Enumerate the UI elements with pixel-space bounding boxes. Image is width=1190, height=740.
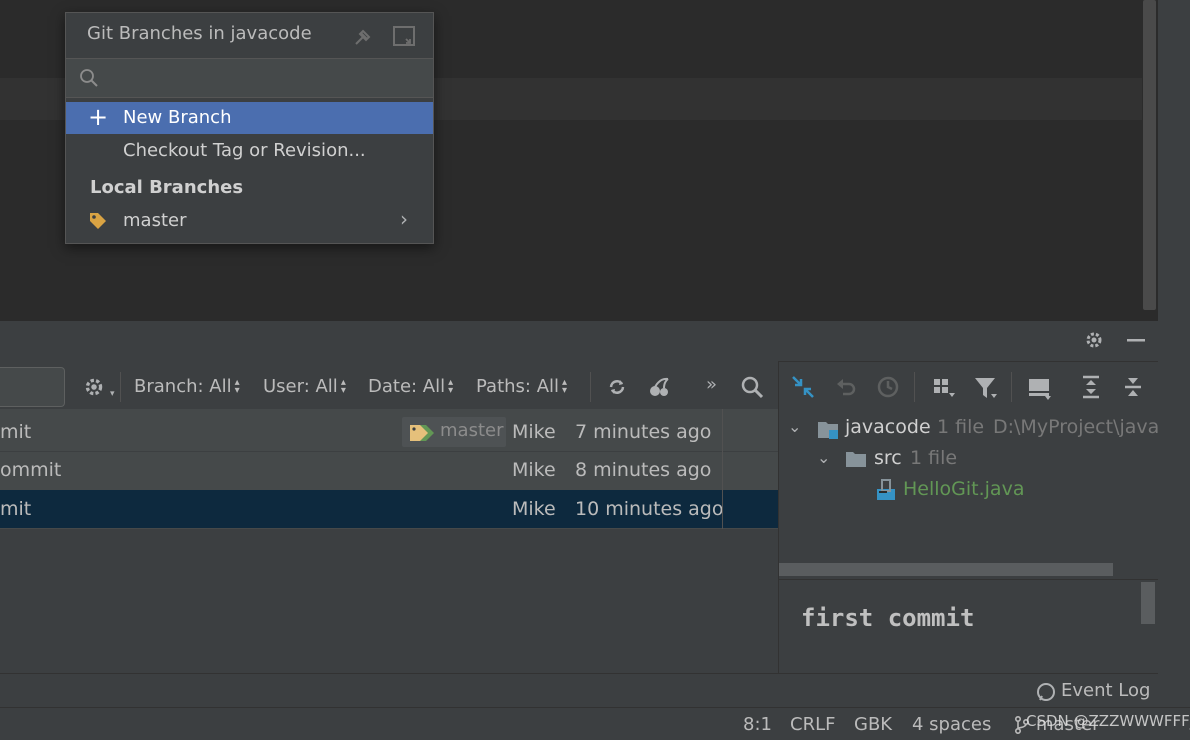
user-filter-label: User: All [263, 376, 338, 397]
sort-arrows-icon: ▴ ▾ [234, 377, 240, 396]
pin-icon[interactable] [353, 27, 373, 47]
filter-icon[interactable] [973, 376, 999, 400]
commit-author: Mike [512, 459, 556, 481]
paths-filter-label: Paths: All [476, 376, 560, 397]
toolbar-separator [1011, 372, 1012, 402]
tree-folder-name[interactable]: src [874, 447, 902, 469]
event-log-label[interactable]: Event Log [1061, 680, 1150, 701]
status-bar: 8:1 CRLF GBK 4 spaces master CSDN @ZZZWW… [0, 707, 1190, 740]
tag-icon [88, 211, 108, 231]
java-file-icon [875, 479, 897, 501]
more-actions[interactable]: » [706, 374, 717, 395]
gear-dropdown-icon: ▾ [110, 389, 115, 399]
module-folder-icon [817, 419, 841, 441]
changes-tree: ⌄ javacode 1 file D:\MyProject\java ⌄ sr… [779, 409, 1158, 579]
local-branches-header: Local Branches [90, 177, 244, 198]
commit-author: Mike [512, 498, 556, 520]
folder-icon [845, 450, 867, 468]
cherry-pick-icon[interactable] [648, 376, 672, 398]
commit-subject: ommit [0, 459, 62, 481]
commit-subject: mit [0, 421, 32, 443]
chevron-down-icon[interactable]: ⌄ [788, 417, 801, 436]
expand-all-icon[interactable] [1080, 375, 1102, 399]
chevron-down-icon[interactable]: ⌄ [817, 448, 830, 467]
branch-tag-label: master [440, 420, 504, 441]
commit-time: 8 minutes ago [575, 459, 712, 481]
watermark: CSDN @ZZZWWWFFF_ [1026, 712, 1190, 730]
branch-tag: master [402, 417, 506, 447]
new-branch-item[interactable]: + New Branch [66, 102, 433, 134]
tree-root-name[interactable]: javacode [845, 416, 931, 438]
tool-window-header [0, 321, 1158, 362]
tree-file-name[interactable]: HelloGit.java [903, 478, 1024, 500]
tree-root-count: 1 file [937, 416, 985, 438]
user-filter[interactable]: User: All ▴ ▾ [263, 376, 346, 397]
collapse-all-icon[interactable] [1122, 375, 1144, 399]
log-row[interactable]: mit master Mike 7 minutes ago [0, 413, 778, 451]
search-icon[interactable] [740, 375, 764, 399]
details-scrollbar[interactable] [1141, 582, 1155, 624]
file-encoding[interactable]: GBK [854, 714, 892, 735]
gear-icon[interactable] [83, 376, 105, 398]
branch-item-master[interactable]: master › [66, 205, 433, 237]
checkout-tag-item[interactable]: Checkout Tag or Revision... [66, 135, 433, 167]
tree-folder-count: 1 file [910, 447, 958, 469]
commit-time: 10 minutes ago [575, 498, 724, 520]
branch-filter[interactable]: Branch: All ▴ ▾ [134, 376, 240, 397]
branch-search-field[interactable] [66, 58, 433, 98]
tag-icon [408, 423, 436, 443]
event-log-bar: Event Log [0, 673, 1158, 708]
caret-position[interactable]: 8:1 [743, 714, 772, 735]
log-row-selected[interactable]: mit Mike 10 minutes ago [0, 490, 778, 528]
line-separator[interactable]: CRLF [790, 714, 835, 735]
history-icon[interactable] [876, 375, 900, 399]
sort-arrows-icon: ▴ ▾ [562, 377, 568, 396]
log-filter-input[interactable] [0, 367, 65, 407]
toolbar-separator [590, 372, 591, 402]
branch-filter-label: Branch: All [134, 376, 232, 397]
tree-root-path: D:\MyProject\java [993, 416, 1158, 438]
toolbar-separator [120, 372, 121, 402]
commit-details: first commit [779, 580, 1158, 673]
paths-filter[interactable]: Paths: All ▴ ▾ [476, 376, 567, 397]
popup-title: Git Branches in javacode [87, 23, 312, 44]
branch-label: master [123, 210, 187, 231]
refresh-icon[interactable] [606, 376, 628, 398]
preview-icon[interactable] [1027, 376, 1053, 400]
expand-window-icon[interactable] [393, 26, 415, 46]
revert-icon[interactable] [835, 376, 857, 398]
indent-setting[interactable]: 4 spaces [912, 714, 991, 735]
sort-arrows-icon: ▴ ▾ [448, 377, 454, 396]
new-branch-label: New Branch [123, 107, 232, 128]
chevron-right-icon: › [400, 207, 408, 231]
horizontal-scrollbar[interactable] [779, 563, 1113, 576]
search-icon [79, 68, 99, 88]
checkout-tag-label: Checkout Tag or Revision... [123, 140, 366, 161]
date-filter-label: Date: All [368, 376, 446, 397]
editor-scrollbar[interactable] [1143, 0, 1156, 310]
log-row[interactable]: ommit Mike 8 minutes ago [0, 451, 778, 489]
commit-author: Mike [512, 421, 556, 443]
commit-subject: mit [0, 498, 32, 520]
minimize-icon[interactable] [1127, 339, 1145, 342]
plus-icon: + [88, 103, 109, 131]
column-divider [722, 409, 723, 529]
collapse-icon[interactable] [791, 375, 815, 399]
toolbar-separator [914, 372, 915, 402]
right-tool-strip [1158, 0, 1190, 739]
commit-message: first commit [801, 604, 975, 632]
sort-arrows-icon: ▴ ▾ [340, 377, 346, 396]
settings-icon[interactable] [1084, 330, 1104, 350]
git-branches-popup: Git Branches in javacode + New Branch Ch… [65, 12, 434, 244]
event-log-icon[interactable] [1036, 682, 1056, 702]
group-by-icon[interactable] [932, 377, 956, 399]
commit-time: 7 minutes ago [575, 421, 712, 443]
branch-search-input[interactable] [106, 63, 420, 93]
date-filter[interactable]: Date: All ▴ ▾ [368, 376, 453, 397]
